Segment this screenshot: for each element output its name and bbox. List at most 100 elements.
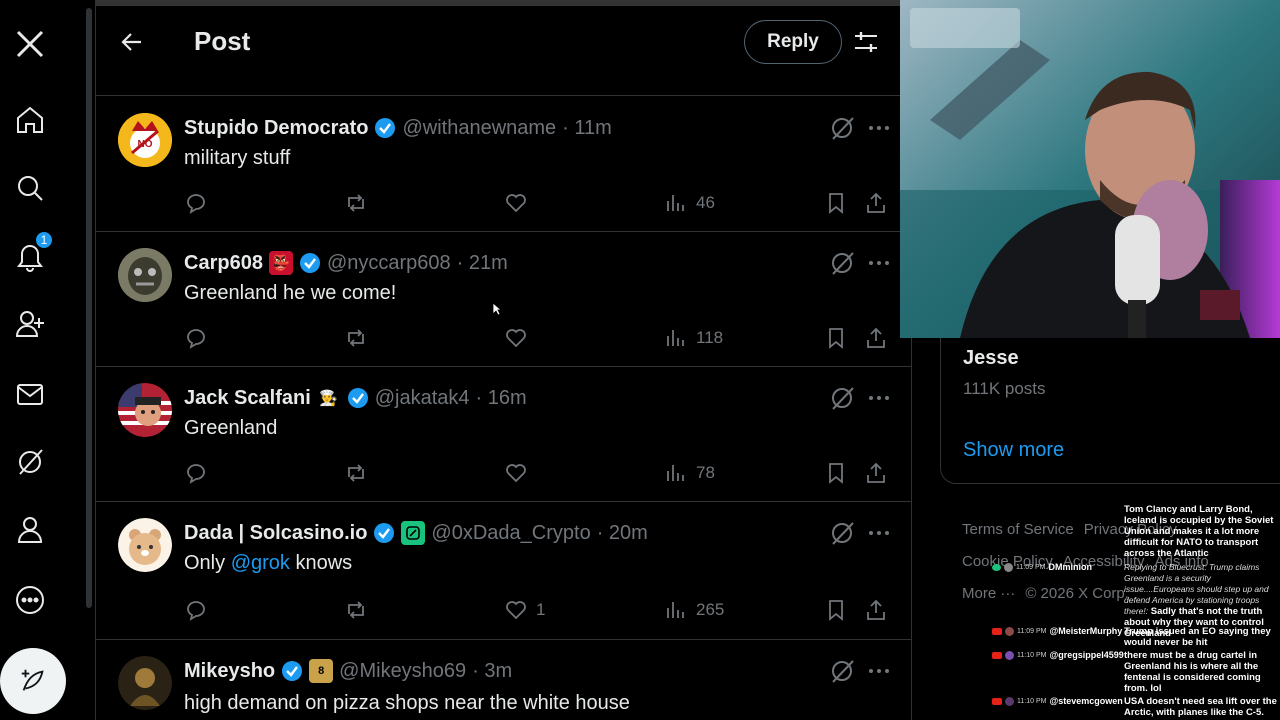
post-text: military stuff xyxy=(184,147,291,169)
trend-posts-count: 111K posts xyxy=(963,379,1046,398)
profile-icon[interactable] xyxy=(10,510,50,550)
stream-chat-overlay: Tom Clancy and Larry Bond, Iceland is oc… xyxy=(990,500,1280,720)
avatar[interactable] xyxy=(118,248,172,302)
notifications-icon[interactable]: 1 xyxy=(10,230,54,276)
more-options-icon[interactable] xyxy=(866,115,892,141)
more-options-icon[interactable] xyxy=(866,658,892,684)
bookmark-action[interactable] xyxy=(824,459,848,487)
handle[interactable]: @nyccarp608 xyxy=(327,252,451,275)
avatar[interactable] xyxy=(118,656,172,710)
handle[interactable]: @withanewname xyxy=(402,117,556,140)
reply-action[interactable] xyxy=(184,596,208,624)
repost-action[interactable] xyxy=(344,596,368,624)
grok-explain-icon[interactable] xyxy=(829,658,855,684)
repost-icon xyxy=(348,194,364,212)
heart-icon xyxy=(506,194,526,213)
more-options-icon[interactable] xyxy=(866,385,892,411)
repost-action[interactable] xyxy=(344,324,368,352)
reply-post[interactable]: NO Stupido Democrato @withanewname · 11m… xyxy=(96,97,911,232)
reply-post[interactable]: Dada | Solcasino.io @0xDada_Crypto · 20m… xyxy=(96,502,911,640)
chat-text: Tom Clancy and Larry Bond, Iceland is oc… xyxy=(1124,504,1274,559)
like-action[interactable]: 1 xyxy=(504,596,545,624)
repost-action[interactable] xyxy=(344,459,368,487)
search-icon[interactable] xyxy=(10,168,50,208)
comment-icon xyxy=(187,194,205,214)
display-name[interactable]: Stupido Democrato xyxy=(184,117,368,140)
bookmark-icon xyxy=(829,463,843,484)
more-options-icon[interactable] xyxy=(866,250,892,276)
reply-button[interactable]: Reply xyxy=(744,20,842,64)
display-name[interactable]: Jack Scalfani xyxy=(184,387,311,410)
share-icon xyxy=(867,462,885,483)
reply-action[interactable] xyxy=(184,459,208,487)
verified-badge-icon xyxy=(374,523,395,543)
share-action[interactable] xyxy=(864,324,888,352)
post-compose-button[interactable] xyxy=(0,648,66,714)
handle[interactable]: @Mikeysho69 xyxy=(339,660,466,683)
chat-time: 11:10 PM xyxy=(1017,697,1047,705)
mention-link[interactable]: @grok xyxy=(231,552,290,574)
back-button[interactable] xyxy=(116,26,148,58)
timestamp[interactable]: · 21m xyxy=(457,252,508,275)
trend-name[interactable]: Jesse xyxy=(963,347,1019,370)
action-bar: 46 xyxy=(184,189,894,217)
grok-explain-icon[interactable] xyxy=(829,115,855,141)
reply-post[interactable]: Carp608 👺 @nyccarp608 · 21m Greenland he… xyxy=(96,232,911,367)
bookmark-action[interactable] xyxy=(824,189,848,217)
grok-explain-icon[interactable] xyxy=(829,385,855,411)
like-action[interactable] xyxy=(504,459,536,487)
grok-explain-icon[interactable] xyxy=(829,520,855,546)
home-icon[interactable] xyxy=(10,100,50,140)
timestamp[interactable]: · 20m xyxy=(597,522,648,545)
share-action[interactable] xyxy=(864,459,888,487)
views-action[interactable]: 265 xyxy=(664,596,724,624)
display-name[interactable]: Carp608 xyxy=(184,252,263,275)
avatar[interactable]: NO xyxy=(118,113,172,167)
bookmark-action[interactable] xyxy=(824,596,848,624)
filter-sliders-icon[interactable] xyxy=(852,28,880,56)
post-text: Greenland xyxy=(184,417,278,439)
views-action[interactable]: 118 xyxy=(664,324,723,352)
avatar[interactable] xyxy=(118,518,172,572)
reply-action[interactable] xyxy=(184,189,208,217)
views-chart-icon xyxy=(667,602,684,618)
chat-avatar xyxy=(1005,650,1014,660)
reply-post[interactable]: Jack Scalfani 👨‍🍳 @jakatak4 · 16m Greenl… xyxy=(96,367,911,502)
grok-icon[interactable] xyxy=(10,442,50,482)
views-action[interactable]: 46 xyxy=(664,189,715,217)
youtube-icon xyxy=(992,697,1002,705)
reply-action[interactable] xyxy=(184,324,208,352)
reply-post[interactable]: Mikeysho 8 @Mikeysho69 · 3m high demand … xyxy=(96,640,911,720)
handle[interactable]: @0xDada_Crypto xyxy=(431,522,590,545)
timestamp[interactable]: · 11m xyxy=(562,117,612,140)
cook-emoji-icon: 👨‍🍳 xyxy=(319,390,339,407)
repost-action[interactable] xyxy=(344,189,368,217)
display-name[interactable]: Dada | Solcasino.io xyxy=(184,522,367,545)
messages-icon[interactable] xyxy=(10,374,50,414)
more-options-icon[interactable] xyxy=(866,520,892,546)
view-count: 118 xyxy=(696,328,724,347)
more-icon[interactable] xyxy=(10,580,50,620)
timestamp[interactable]: · 3m xyxy=(472,660,512,683)
views-action[interactable]: 78 xyxy=(664,459,715,487)
share-action[interactable] xyxy=(864,189,888,217)
grok-explain-icon[interactable] xyxy=(829,250,855,276)
affiliate-badge-icon: 8 xyxy=(309,659,334,683)
bookmark-action[interactable] xyxy=(824,324,848,352)
display-name[interactable]: Mikeysho xyxy=(184,660,275,683)
verified-badge-icon xyxy=(347,388,368,408)
share-action[interactable] xyxy=(864,596,888,624)
views-chart-icon xyxy=(667,465,684,481)
avatar[interactable] xyxy=(118,383,172,437)
timestamp[interactable]: · 16m xyxy=(476,387,527,410)
x-logo-icon[interactable] xyxy=(10,24,50,64)
chat-meta: 11:10 PM @stevemcgowen xyxy=(992,696,1123,706)
like-action[interactable] xyxy=(504,324,536,352)
nav-scrollbar[interactable] xyxy=(86,8,92,608)
handle[interactable]: @jakatak4 xyxy=(375,387,470,410)
communities-icon[interactable] xyxy=(10,304,50,344)
post-header: Post Reply xyxy=(96,6,911,96)
like-action[interactable] xyxy=(504,189,536,217)
verified-badge-icon xyxy=(282,661,303,681)
show-more-link[interactable]: Show more xyxy=(963,439,1064,462)
